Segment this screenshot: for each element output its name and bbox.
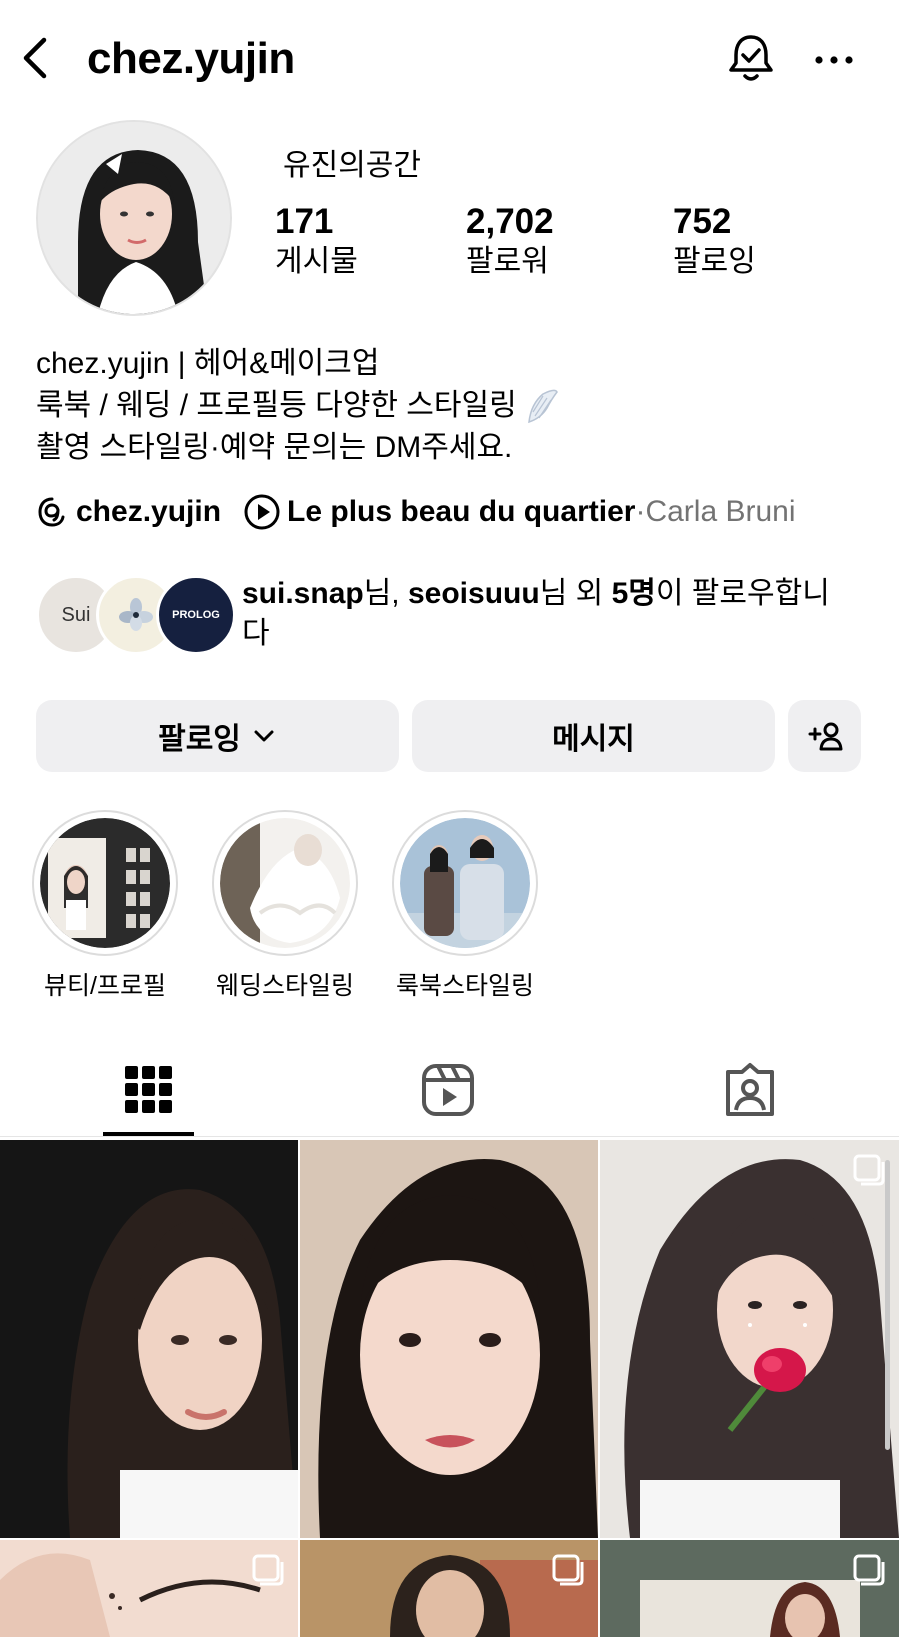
wing-emoji-icon [527, 389, 558, 424]
message-button-label: 메시지 [552, 723, 635, 756]
stat-posts-label: 게시물 [275, 245, 358, 278]
post-image [600, 1140, 899, 1538]
post-thumbnail[interactable] [300, 1540, 598, 1637]
header-username: chez.yujin [87, 34, 295, 83]
stat-following-label: 팔로잉 [673, 245, 756, 278]
post-thumbnail[interactable] [0, 1140, 298, 1538]
bio-line-2: 룩북 / 웨딩 / 프로필등 다양한 스타일링 [36, 385, 559, 427]
profile-bio: chez.yujin | 헤어&메이크업 룩북 / 웨딩 / 프로필등 다양한 … [36, 343, 559, 469]
post-thumbnail[interactable] [0, 1540, 298, 1637]
post-image [0, 1140, 298, 1538]
highlight-ring [32, 810, 178, 956]
profile-links-row: chez.yujin Le plus beau du quartier · Ca… [36, 493, 796, 531]
mutual-followers-text[interactable]: sui.snap님, seoisuuu님 외 5명이 팔로우합니다 [242, 574, 852, 654]
add-person-icon [808, 722, 842, 751]
threads-icon[interactable] [36, 496, 68, 528]
tagged-icon[interactable] [720, 1060, 780, 1120]
music-separator: · [635, 495, 646, 528]
scrollbar[interactable] [885, 1160, 890, 1450]
highlight-beauty-profile-cover [40, 818, 170, 948]
post-image [300, 1140, 598, 1538]
more-icon[interactable] [814, 50, 854, 70]
stat-followers[interactable]: 2,702 팔로워 [466, 202, 554, 282]
stat-posts[interactable]: 171 게시물 [275, 202, 358, 282]
music-artist: Carla Bruni [645, 495, 796, 528]
multi-image-icon [853, 1154, 885, 1186]
post-thumbnail[interactable] [300, 1140, 598, 1538]
bio-line-1: chez.yujin | 헤어&메이크업 [36, 347, 380, 380]
highlight-beauty-profile-label: 뷰티/프로필 [44, 972, 166, 1000]
profile-avatar[interactable] [36, 120, 232, 316]
highlight-ring [392, 810, 538, 956]
highlight-lookbook-styling[interactable]: 룩북스타일링 [390, 810, 540, 1002]
threads-handle-link[interactable]: chez.yujin [76, 495, 221, 529]
mutual-avatar-sui-text: Sui [61, 603, 91, 626]
tab-divider [0, 1136, 899, 1137]
reels-icon[interactable] [418, 1060, 478, 1120]
mutual-avatar-prolog: PROLOG [156, 575, 236, 655]
following-button[interactable]: 팔로잉 [36, 700, 399, 772]
profile-display-name: 유진의공간 [283, 149, 421, 182]
stat-posts-count: 171 [275, 202, 334, 241]
mutual-suffix-2: 님 외 [539, 577, 612, 610]
mutual-follower-1[interactable]: sui.snap [242, 577, 364, 610]
multi-image-icon [252, 1554, 284, 1586]
multi-image-icon [853, 1554, 885, 1586]
back-arrow-icon[interactable] [18, 36, 52, 80]
stat-following-count: 752 [673, 202, 732, 241]
message-button[interactable]: 메시지 [412, 700, 775, 772]
grid-icon[interactable] [119, 1060, 179, 1120]
suggest-people-button[interactable] [788, 700, 861, 772]
music-title[interactable]: Le plus beau du quartier [287, 495, 635, 529]
stat-followers-count: 2,702 [466, 202, 554, 241]
mutual-follower-2[interactable]: seoisuuu [408, 577, 540, 610]
stat-followers-label: 팔로워 [466, 245, 549, 278]
highlight-lookbook-styling-cover [400, 818, 530, 948]
post-thumbnail[interactable] [600, 1140, 899, 1538]
highlight-lookbook-styling-label: 룩북스타일링 [395, 972, 534, 1000]
play-icon[interactable] [243, 493, 281, 531]
bell-check-icon[interactable] [726, 32, 776, 84]
stat-following[interactable]: 752 팔로잉 [673, 202, 756, 282]
highlight-wedding-styling[interactable]: 웨딩스타일링 [210, 810, 360, 1002]
highlight-wedding-styling-label: 웨딩스타일링 [215, 972, 354, 1000]
chevron-down-icon [254, 730, 274, 742]
multi-image-icon [552, 1554, 584, 1586]
mutual-count: 5명 [611, 577, 656, 610]
bio-line-3: 촬영 스타일링·예약 문의는 DM주세요. [36, 431, 513, 464]
post-thumbnail[interactable] [600, 1540, 899, 1637]
highlight-wedding-styling-cover [220, 818, 350, 948]
flower-icon [119, 598, 153, 631]
mutual-suffix-1: 님, [363, 577, 408, 610]
mutual-avatar-prolog-text: PROLOG [172, 609, 220, 621]
bio-line-2-text: 룩북 / 웨딩 / 프로필등 다양한 스타일링 [36, 389, 517, 422]
highlight-beauty-profile[interactable]: 뷰티/프로필 [30, 810, 180, 1002]
following-button-label: 팔로잉 [158, 723, 241, 756]
highlight-ring [212, 810, 358, 956]
profile-photo [38, 122, 230, 314]
